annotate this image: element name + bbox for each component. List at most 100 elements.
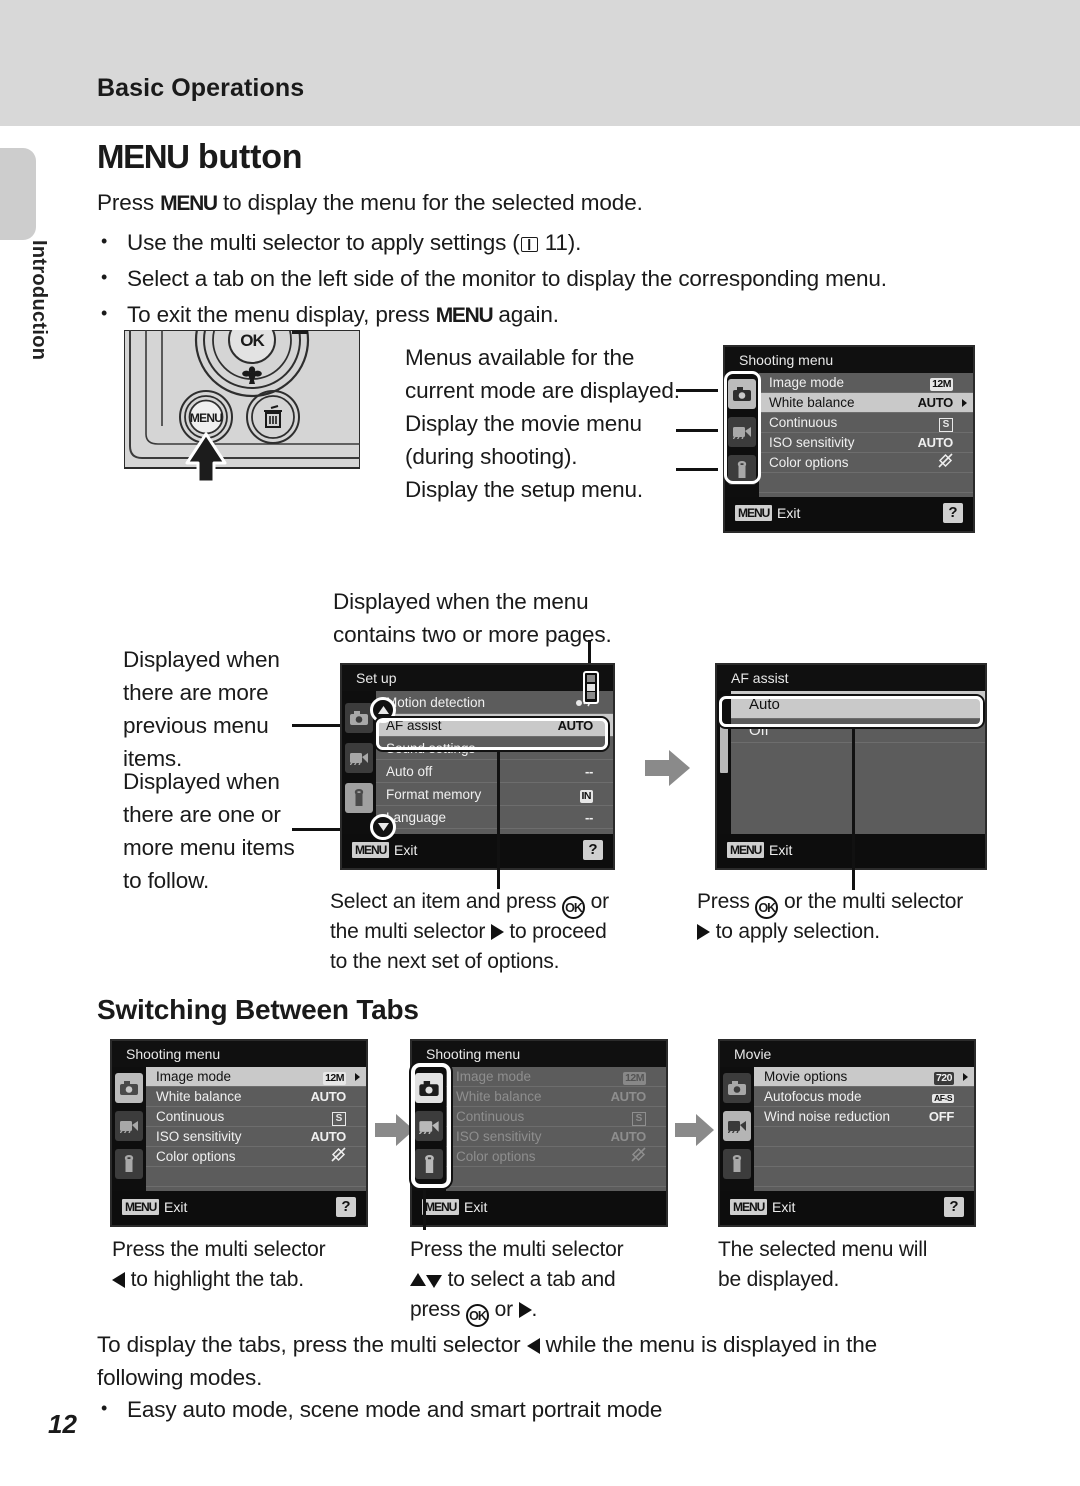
caption-line: to follow. [123, 868, 210, 893]
color-off-icon [331, 1147, 346, 1168]
row-value: S [331, 1112, 346, 1126]
caption-line: The selected menu will [718, 1238, 928, 1261]
scroll-up-caption: Displayed when there are more previous m… [123, 643, 338, 775]
lcd-switch-panel-3: Movie Movie options 720 Autofocus mode AF-… [718, 1039, 976, 1227]
triangle-up-icon [370, 697, 396, 723]
row-label: Movie options [764, 1069, 848, 1084]
lcd-footer: MENU Exit [412, 1191, 666, 1225]
table-row[interactable]: ISO sensitivity AUTO [759, 433, 973, 453]
row-value: AUTO [917, 395, 954, 410]
sidebar-item-setup[interactable] [728, 455, 756, 485]
bullet-ref: 11 [544, 230, 568, 255]
lcd-title: Shooting menu [412, 1041, 666, 1067]
sidebar-item-setup[interactable] [345, 783, 373, 813]
menu-word: MENU [97, 138, 190, 175]
table-row[interactable]: Color options [146, 1147, 366, 1167]
table-row[interactable]: Image mode 12M [146, 1067, 366, 1087]
lcd-title: Set up [342, 665, 613, 691]
tab-rail [720, 1067, 754, 1191]
menu-rows: Image mode 12M White balance AUTO Continuo… [759, 373, 973, 497]
callout-line: current mode are displayed. [405, 378, 680, 403]
sidebar-item-movie[interactable] [415, 1111, 443, 1141]
chevron-right-icon [355, 1073, 360, 1081]
sidebar-item-shooting[interactable] [345, 703, 373, 733]
caption-line: there are one or [123, 802, 281, 827]
sidebar-chapter-label: Introduction [28, 240, 50, 361]
table-row[interactable]: White balance AUTO [446, 1087, 666, 1107]
sidebar-item-setup[interactable] [415, 1149, 443, 1179]
sidebar-item-shooting[interactable] [723, 1073, 751, 1103]
row-label: White balance [769, 395, 855, 410]
menu-glyph: MENU [435, 304, 494, 327]
table-row[interactable]: AF assist AUTO [376, 714, 613, 737]
row-label: ISO sensitivity [769, 435, 855, 450]
switch-caption-1: Press the multi selector to highlight th… [112, 1235, 392, 1295]
menu-rows: Motion detection AF assist AUTO Sound set… [376, 691, 613, 834]
table-row[interactable]: ISO sensitivity AUTO [146, 1127, 366, 1147]
table-row [759, 473, 973, 493]
table-row[interactable]: Auto off -- [376, 760, 613, 783]
lcd-footer: MENU Exit ? [112, 1191, 366, 1225]
scroll-gutter [717, 691, 731, 834]
table-row[interactable]: Color options [446, 1147, 666, 1167]
sidebar-item-movie[interactable] [728, 417, 756, 447]
sidebar-item-shooting[interactable] [728, 379, 756, 409]
row-value: 12M [623, 1072, 646, 1085]
flow-arrow-icon [675, 1112, 721, 1152]
menu-rows: Movie options 720 Autofocus mode AF-S Wind… [754, 1067, 974, 1191]
sidebar-item-movie[interactable] [723, 1111, 751, 1141]
menu-badge: MENU [730, 1199, 768, 1215]
row-value: AUTO [310, 1129, 347, 1144]
sidebar-chapter-tab [0, 148, 36, 240]
lcd-body: Movie options 720 Autofocus mode AF-S Wind… [720, 1067, 974, 1191]
table-row[interactable]: Continuous S [446, 1107, 666, 1127]
table-row[interactable]: Image mode 12M [759, 373, 973, 393]
table-row[interactable]: Autofocus mode AF-S [754, 1087, 974, 1107]
caption-line: more menu items [123, 835, 295, 860]
table-row[interactable]: Color options [759, 453, 973, 473]
list-item[interactable]: Auto [731, 691, 985, 719]
sidebar-item-shooting[interactable] [115, 1073, 143, 1103]
table-row[interactable]: Movie options 720 [754, 1067, 974, 1087]
footer-exit-label: Exit [394, 842, 418, 858]
table-row [754, 1127, 974, 1147]
chevron-right-icon [962, 399, 967, 407]
lcd-body: Image mode 12M White balance AUTO Continuo… [412, 1067, 666, 1191]
table-row[interactable]: Motion detection [376, 691, 613, 714]
list-item: Use the multi selector to apply settings… [97, 225, 997, 259]
table-row[interactable]: Format memory IN [376, 783, 613, 806]
menu-glyph: MENU [160, 192, 218, 215]
table-row[interactable]: Wind noise reduction OFF [754, 1107, 974, 1127]
sidebar-item-movie[interactable] [345, 743, 373, 773]
table-row[interactable]: ISO sensitivity AUTO [446, 1127, 666, 1147]
list-item[interactable]: Off [731, 719, 985, 743]
row-label: Motion detection [386, 695, 486, 710]
table-row[interactable]: Continuous S [146, 1107, 366, 1127]
lcd-title: Shooting menu [725, 347, 973, 373]
caption-line: Press OK or the multi selector [697, 887, 1027, 919]
table-row [754, 1167, 974, 1187]
sidebar-item-setup[interactable] [723, 1149, 751, 1179]
sidebar-item-movie[interactable] [115, 1111, 143, 1141]
intro-sentence: Press MENU to display the menu for the s… [97, 190, 643, 216]
table-row[interactable]: Continuous S [759, 413, 973, 433]
row-label: Color options [769, 455, 849, 470]
sidebar-item-shooting[interactable] [415, 1073, 443, 1103]
ok-button-glyph: OK [561, 896, 585, 919]
table-row[interactable]: White balance AUTO [146, 1087, 366, 1107]
row-value: AUTO [310, 1089, 347, 1104]
footer-exit-label: Exit [777, 505, 801, 521]
sidebar-item-setup[interactable] [115, 1149, 143, 1179]
scrollbar-thumb[interactable] [720, 725, 728, 773]
table-row[interactable]: Language -- [376, 806, 613, 829]
menu-badge: MENU [735, 505, 773, 521]
color-off-icon [631, 1147, 646, 1168]
callout-line: Display the movie menu [405, 411, 642, 436]
table-row[interactable]: Sound settings -- [376, 737, 613, 760]
table-row[interactable]: White balance AUTO [759, 393, 973, 413]
tab-rail [112, 1067, 146, 1191]
lcd-title: Shooting menu [112, 1041, 366, 1067]
row-value: S [938, 418, 953, 432]
help-badge: ? [943, 503, 963, 523]
table-row[interactable]: Image mode 12M [446, 1067, 666, 1087]
